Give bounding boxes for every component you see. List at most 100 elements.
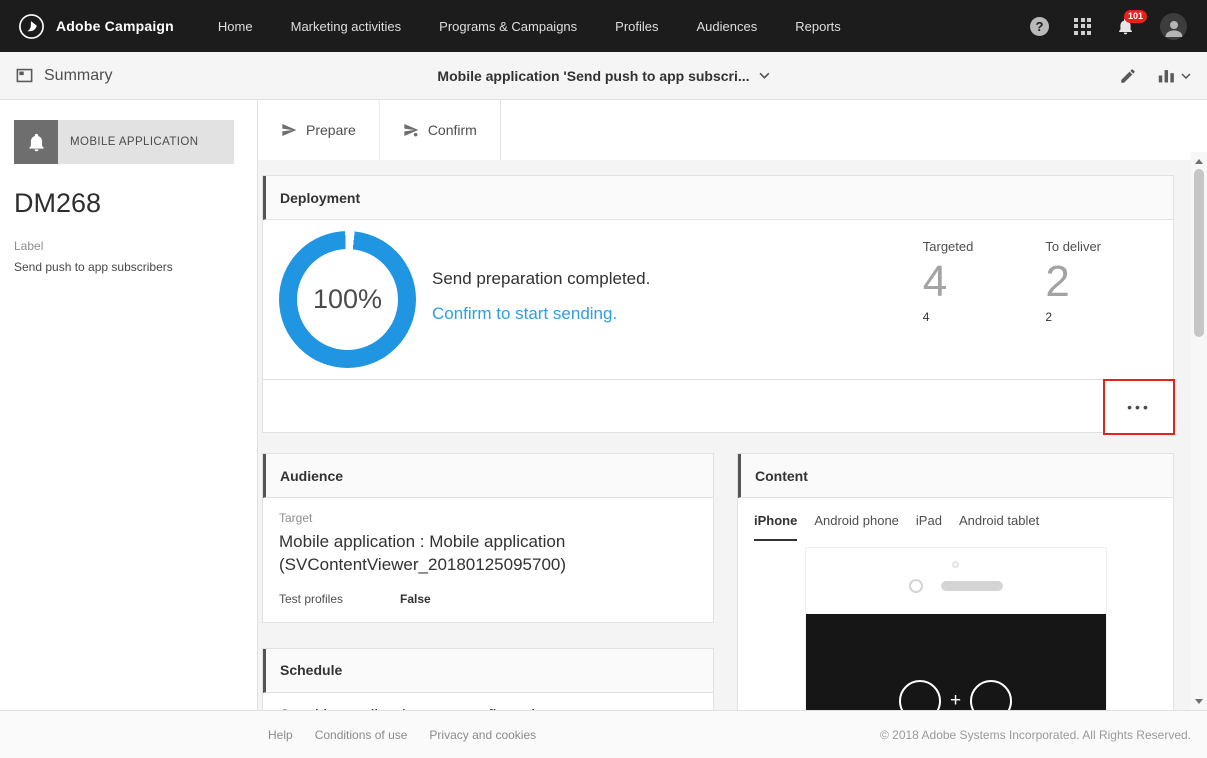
tab-ipad[interactable]: iPad bbox=[916, 498, 942, 541]
phone-camera-icon bbox=[908, 579, 923, 593]
page-footer: Help Conditions of use Privacy and cooki… bbox=[0, 710, 1207, 758]
red-annotation-box: ••• bbox=[1103, 379, 1175, 435]
primary-nav: Home Marketing activities Programs & Cam… bbox=[218, 19, 841, 34]
top-navigation: Adobe Campaign Home Marketing activities… bbox=[0, 0, 1207, 52]
user-avatar[interactable] bbox=[1160, 12, 1187, 40]
device-tabs: iPhone Android phone iPad Android tablet bbox=[738, 498, 1173, 541]
test-profiles-caption: Test profiles bbox=[279, 591, 344, 606]
deployment-panel-header: Deployment bbox=[263, 176, 1173, 220]
nav-item-home[interactable]: Home bbox=[218, 19, 253, 34]
progress-percentage: 100% bbox=[312, 284, 383, 314]
nav-item-programs-campaigns[interactable]: Programs & Campaigns bbox=[439, 19, 577, 34]
section-heading: Summary bbox=[0, 66, 112, 85]
scroll-up-arrow[interactable] bbox=[1191, 154, 1207, 168]
vertical-scrollbar[interactable] bbox=[1191, 152, 1207, 710]
audience-panel: Audience Target Mobile application : Mob… bbox=[262, 453, 714, 623]
deployment-title: Deployment bbox=[280, 189, 361, 206]
tab-prepare-label: Prepare bbox=[306, 122, 356, 138]
tab-prepare[interactable]: Prepare bbox=[258, 100, 379, 160]
schedule-title: Schedule bbox=[280, 662, 343, 679]
nav-item-marketing-activities[interactable]: Marketing activities bbox=[291, 19, 402, 34]
device-preview: + bbox=[748, 547, 1163, 710]
adobe-campaign-logo-icon bbox=[18, 13, 45, 40]
tab-iphone[interactable]: iPhone bbox=[754, 498, 798, 541]
progress-donut-chart: 100% bbox=[279, 231, 416, 368]
left-column: Audience Target Mobile application : Mob… bbox=[262, 453, 714, 710]
footer-link-help[interactable]: Help bbox=[268, 728, 293, 742]
object-name: DM268 bbox=[14, 188, 102, 218]
tab-confirm-label: Confirm bbox=[427, 122, 477, 138]
summary-columns: Audience Target Mobile application : Mob… bbox=[262, 453, 1174, 710]
content-panel-header: Content bbox=[738, 454, 1173, 498]
section-title: Summary bbox=[44, 66, 113, 84]
sub-header: Summary Mobile application 'Send push to… bbox=[0, 52, 1207, 100]
phone-screen: + bbox=[805, 614, 1106, 710]
content-panel: Content iPhone Android phone iPad Androi… bbox=[737, 453, 1174, 710]
copyright-text: © 2018 Adobe Systems Incorporated. All R… bbox=[879, 727, 1191, 742]
scroll-down-arrow[interactable] bbox=[1191, 694, 1207, 708]
footer-link-conditions[interactable]: Conditions of use bbox=[315, 728, 408, 742]
notification-badge: 101 bbox=[1123, 9, 1147, 23]
more-actions-button[interactable]: ••• bbox=[1105, 381, 1173, 433]
status-message: Send preparation completed. bbox=[432, 269, 651, 288]
phone-camera-dot-icon bbox=[952, 561, 959, 568]
stat-to-deliver: To deliver 2 2 bbox=[1045, 239, 1101, 368]
help-icon: ? bbox=[1030, 16, 1049, 36]
brand[interactable]: Adobe Campaign bbox=[0, 13, 192, 40]
notifications-button[interactable]: 101 bbox=[1116, 9, 1147, 36]
context-selector[interactable]: Mobile application 'Send push to app sub… bbox=[437, 67, 770, 84]
stat-to-deliver-label: To deliver bbox=[1045, 239, 1101, 254]
help-button[interactable]: ? bbox=[1030, 16, 1049, 36]
mobile-app-bell-icon bbox=[14, 120, 58, 164]
phone-sensor-row bbox=[806, 579, 1106, 593]
target-caption: Target bbox=[279, 511, 313, 525]
schedule-text: Send immediately once confirmed bbox=[263, 693, 713, 710]
nav-item-reports[interactable]: Reports bbox=[795, 19, 841, 34]
topnav-actions: ? 101 bbox=[1030, 9, 1207, 40]
chevron-down-icon bbox=[1181, 72, 1191, 79]
target-value: Mobile application : Mobile application … bbox=[279, 532, 567, 575]
confirm-sending-link[interactable]: Confirm to start sending. bbox=[432, 304, 650, 324]
send-confirm-icon bbox=[403, 122, 419, 138]
circle-icon bbox=[898, 680, 941, 710]
phone-mockup: + bbox=[804, 547, 1107, 710]
phone-speaker-icon bbox=[940, 581, 1003, 591]
chevron-down-icon bbox=[759, 72, 770, 79]
label-value: Send push to app subscribers bbox=[14, 260, 173, 274]
label-caption: Label bbox=[14, 239, 44, 253]
edit-pencil-button[interactable] bbox=[1119, 67, 1137, 85]
stat-targeted-value: 4 bbox=[922, 257, 948, 306]
workflow-tabbar: Prepare Confirm bbox=[258, 100, 1207, 160]
nav-item-profiles[interactable]: Profiles bbox=[615, 19, 658, 34]
stat-targeted-subvalue: 4 bbox=[922, 310, 930, 325]
object-type-banner: MOBILE APPLICATION bbox=[14, 120, 234, 164]
scrollbar-thumb[interactable] bbox=[1194, 169, 1204, 337]
object-type-label: MOBILE APPLICATION bbox=[70, 136, 199, 148]
tab-android-phone[interactable]: Android phone bbox=[814, 498, 899, 541]
deployment-status: Send preparation completed. Confirm to s… bbox=[432, 231, 650, 368]
summary-icon bbox=[15, 66, 34, 85]
audience-body: Target Mobile application : Mobile appli… bbox=[263, 498, 713, 622]
deployment-panel-footer: ••• bbox=[263, 379, 1175, 435]
grid-icon bbox=[1074, 17, 1091, 35]
adobe-campaign-app: Adobe Campaign Home Marketing activities… bbox=[0, 0, 1207, 758]
subheader-actions bbox=[1119, 67, 1207, 85]
test-profiles-value: False bbox=[400, 591, 431, 606]
nav-item-audiences[interactable]: Audiences bbox=[697, 19, 758, 34]
stat-targeted: Targeted 4 4 bbox=[923, 239, 974, 368]
footer-link-privacy[interactable]: Privacy and cookies bbox=[429, 728, 536, 742]
app-switcher-button[interactable] bbox=[1074, 17, 1091, 35]
send-icon bbox=[281, 122, 297, 138]
plus-icon: + bbox=[949, 690, 962, 710]
right-column: Content iPhone Android phone iPad Androi… bbox=[737, 453, 1174, 710]
deployment-body: 100% Send preparation completed. Confirm… bbox=[263, 220, 1173, 379]
tab-confirm[interactable]: Confirm bbox=[378, 100, 501, 160]
schedule-panel-header: Schedule bbox=[263, 648, 713, 693]
reports-chart-button[interactable] bbox=[1157, 67, 1191, 84]
deployment-stats: Targeted 4 4 To deliver 2 2 bbox=[923, 231, 1157, 368]
tab-android-tablet[interactable]: Android tablet bbox=[959, 498, 1039, 541]
stat-to-deliver-subvalue: 2 bbox=[1045, 310, 1053, 325]
circle-icon bbox=[970, 680, 1013, 710]
schedule-panel: Schedule Send immediately once confirmed bbox=[262, 647, 714, 710]
context-title-text: Mobile application 'Send push to app sub… bbox=[437, 67, 750, 84]
